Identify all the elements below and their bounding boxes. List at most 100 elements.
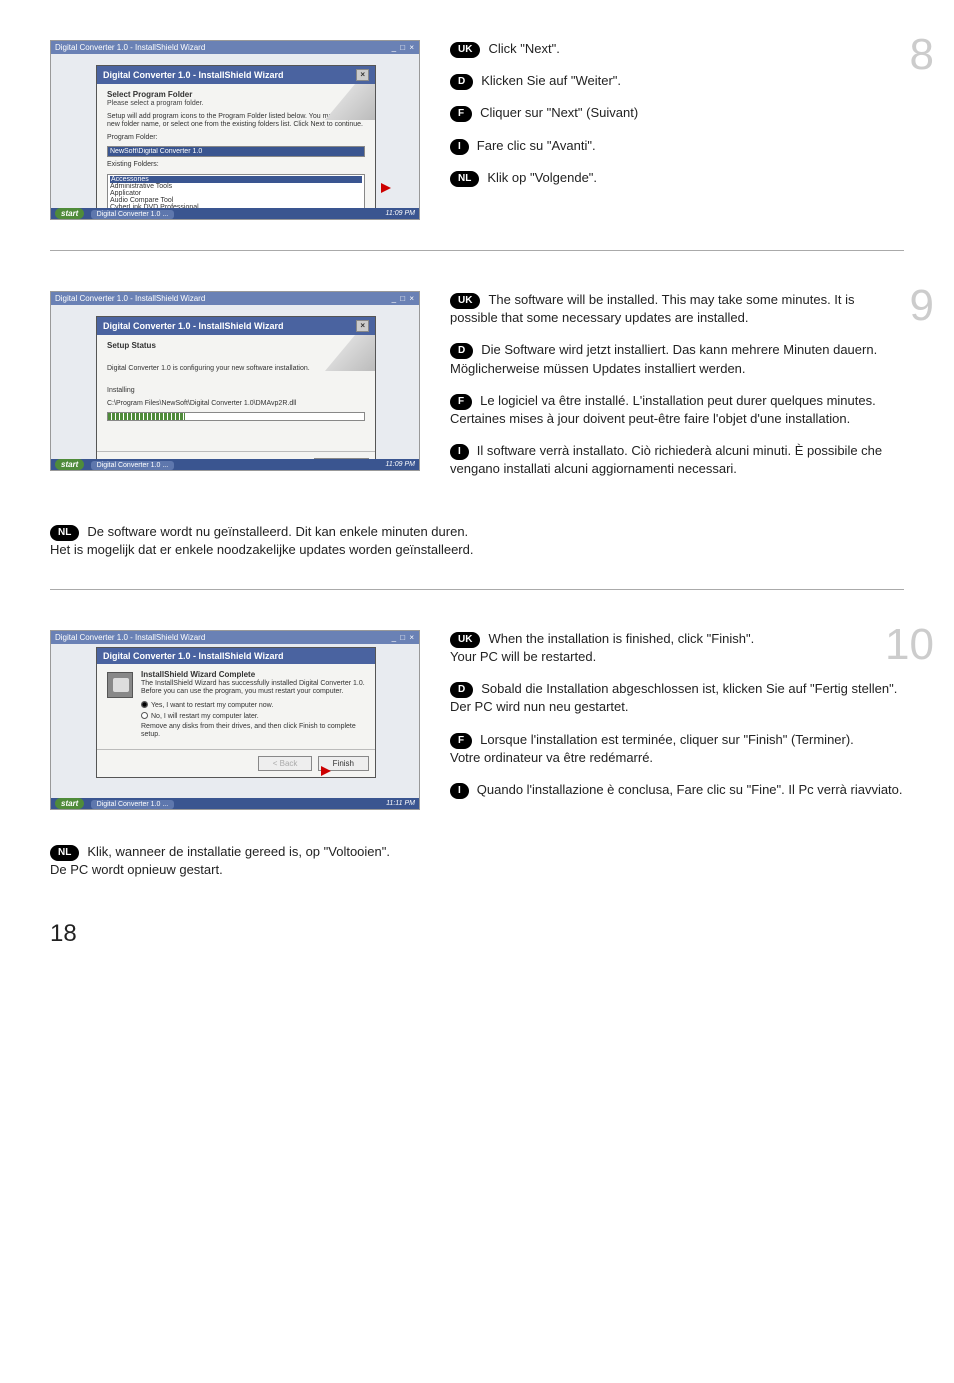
step-10: 10 Digital Converter 1.0 - InstallShield… — [50, 630, 904, 813]
installing-path: C:\Program Files\NewSoft\Digital Convert… — [107, 400, 365, 408]
remove-disks-text: Remove any disks from their drives, and … — [141, 723, 365, 740]
dialog-title: Digital Converter 1.0 - InstallShield Wi… — [103, 321, 283, 331]
close-icon[interactable]: × — [356, 320, 369, 332]
close-icon[interactable]: × — [356, 69, 369, 81]
text-nl: Klik op "Volgende". — [487, 170, 597, 185]
dialog-title: Digital Converter 1.0 - InstallShield Wi… — [103, 70, 283, 80]
badge-uk: UK — [450, 42, 480, 58]
badge-f: F — [450, 394, 472, 410]
outer-title: Digital Converter 1.0 - InstallShield Wi… — [55, 294, 205, 303]
radio-icon — [141, 712, 148, 719]
dialog-subheading: Please select a program folder. — [107, 100, 365, 107]
installer-window: Digital Converter 1.0 - InstallShield Wi… — [50, 630, 420, 810]
screenshot-10: Digital Converter 1.0 - InstallShield Wi… — [50, 630, 420, 810]
system-tray: 11:09 PM — [386, 461, 415, 468]
dialog-description: Setup will add program icons to the Prog… — [107, 113, 365, 130]
outer-titlebar: Digital Converter 1.0 - InstallShield Wi… — [51, 292, 419, 305]
instructions-10: UKWhen the installation is finished, cli… — [450, 630, 904, 813]
red-arrow-icon — [381, 183, 391, 193]
text-d: Klicken Sie auf "Weiter". — [481, 73, 621, 88]
badge-nl: NL — [50, 525, 79, 541]
radio-no-row[interactable]: No, I will restart my computer later. — [141, 712, 365, 720]
badge-d: D — [450, 343, 473, 359]
window-controls: _ □ × — [392, 294, 415, 303]
installer-dialog: Digital Converter 1.0 - InstallShield Wi… — [96, 316, 376, 471]
text-i: Quando l'installazione è conclusa, Fare … — [477, 782, 903, 797]
text-f: Le logiciel va être installé. L'installa… — [450, 393, 876, 426]
badge-d: D — [450, 682, 473, 698]
list-item[interactable]: Applicator — [110, 190, 362, 197]
page-footer: 18 — [50, 920, 904, 948]
installer-dialog: Digital Converter 1.0 - InstallShield Wi… — [96, 647, 376, 779]
lang-uk: UKThe software will be installed. This m… — [450, 291, 904, 327]
text-uk: Click "Next". — [488, 41, 559, 56]
back-button: < Back — [258, 756, 313, 771]
text-f: Cliquer sur "Next" (Suivant) — [480, 105, 638, 120]
instructions-9: UKThe software will be installed. This m… — [450, 291, 904, 493]
taskbar: start Digital Converter 1.0 ... 11:09 PM — [51, 459, 419, 470]
text-nl: De software wordt nu geïnstalleerd. Dit … — [50, 524, 473, 557]
badge-f: F — [450, 106, 472, 122]
radio-yes-row[interactable]: Yes, I want to restart my computer now. — [141, 701, 365, 709]
installer-dialog: Digital Converter 1.0 - InstallShield Wi… — [96, 65, 376, 220]
page-number: 18 — [50, 920, 77, 947]
badge-uk: UK — [450, 632, 480, 648]
step-number: 10 — [885, 620, 934, 670]
taskbar-app[interactable]: Digital Converter 1.0 ... — [91, 210, 175, 219]
radio-yes-label: Yes, I want to restart my computer now. — [151, 702, 273, 709]
start-button[interactable]: start — [55, 459, 84, 470]
lang-i: IFare clic su "Avanti". — [450, 137, 904, 155]
dialog-footer: < Back Finish — [97, 749, 375, 777]
badge-nl: NL — [50, 845, 79, 861]
installing-label: Installing — [107, 387, 365, 395]
lang-f: FLe logiciel va être installé. L'install… — [450, 392, 904, 428]
badge-i: I — [450, 783, 469, 799]
list-item[interactable]: Accessories — [110, 176, 362, 183]
badge-nl: NL — [450, 171, 479, 187]
red-arrow-icon — [321, 766, 331, 776]
step-number: 9 — [910, 281, 934, 331]
list-item[interactable]: Administrative Tools — [110, 183, 362, 190]
text-uk: When the installation is finished, click… — [450, 631, 754, 664]
badge-f: F — [450, 733, 472, 749]
program-folder-input[interactable] — [107, 146, 365, 157]
list-item[interactable]: Audio Compare Tool — [110, 197, 362, 204]
progress-bar — [107, 412, 365, 421]
badge-i: I — [450, 139, 469, 155]
dialog-heading: Select Program Folder — [107, 90, 365, 99]
text-nl: Klik, wanneer de installatie gereed is, … — [50, 844, 390, 877]
lang-i: I Quando l'installazione è conclusa, Fare… — [450, 781, 904, 799]
lang-uk: UK Click "Next". — [450, 40, 904, 58]
start-button[interactable]: start — [55, 208, 84, 219]
program-folder-label: Program Folder: — [107, 134, 365, 142]
lang-d: D Klicken Sie auf "Weiter". — [450, 72, 904, 90]
start-button[interactable]: start — [55, 798, 84, 809]
divider — [50, 250, 904, 251]
taskbar-app[interactable]: Digital Converter 1.0 ... — [91, 800, 175, 809]
lang-f: F Cliquer sur "Next" (Suivant) — [450, 104, 904, 122]
dialog-heading: InstallShield Wizard Complete — [107, 670, 365, 679]
window-controls: _ □ × — [392, 633, 415, 642]
text-d: Sobald die Installation abgeschlossen is… — [450, 681, 897, 714]
badge-i: I — [450, 444, 469, 460]
window-controls: _ □ × — [392, 43, 415, 52]
dialog-description: The InstallShield Wizard has successfull… — [141, 680, 365, 697]
taskbar: start Digital Converter 1.0 ... 11:09 PM — [51, 208, 419, 219]
lang-nl-below: NLKlik, wanneer de installatie gereed is… — [50, 843, 904, 879]
lang-i: IIl software verrà installato. Ciò richi… — [450, 442, 904, 478]
radio-icon — [141, 701, 148, 708]
outer-titlebar: Digital Converter 1.0 - InstallShield Wi… — [51, 631, 419, 644]
dialog-description: Digital Converter 1.0 is configuring you… — [107, 365, 365, 373]
dialog-heading: Setup Status — [107, 341, 365, 350]
step-8: 8 Digital Converter 1.0 - InstallShield … — [50, 40, 904, 220]
screenshot-8: Digital Converter 1.0 - InstallShield Wi… — [50, 40, 420, 220]
installer-window: Digital Converter 1.0 - InstallShield Wi… — [50, 40, 420, 220]
badge-d: D — [450, 74, 473, 90]
divider — [50, 589, 904, 590]
dialog-title: Digital Converter 1.0 - InstallShield Wi… — [103, 651, 283, 661]
radio-no-label: No, I will restart my computer later. — [151, 713, 259, 720]
step-9: 9 Digital Converter 1.0 - InstallShield … — [50, 291, 904, 493]
lang-nl-below: NLDe software wordt nu geïnstalleerd. Di… — [50, 523, 904, 559]
taskbar-app[interactable]: Digital Converter 1.0 ... — [91, 461, 175, 470]
text-uk: The software will be installed. This may… — [450, 292, 855, 325]
